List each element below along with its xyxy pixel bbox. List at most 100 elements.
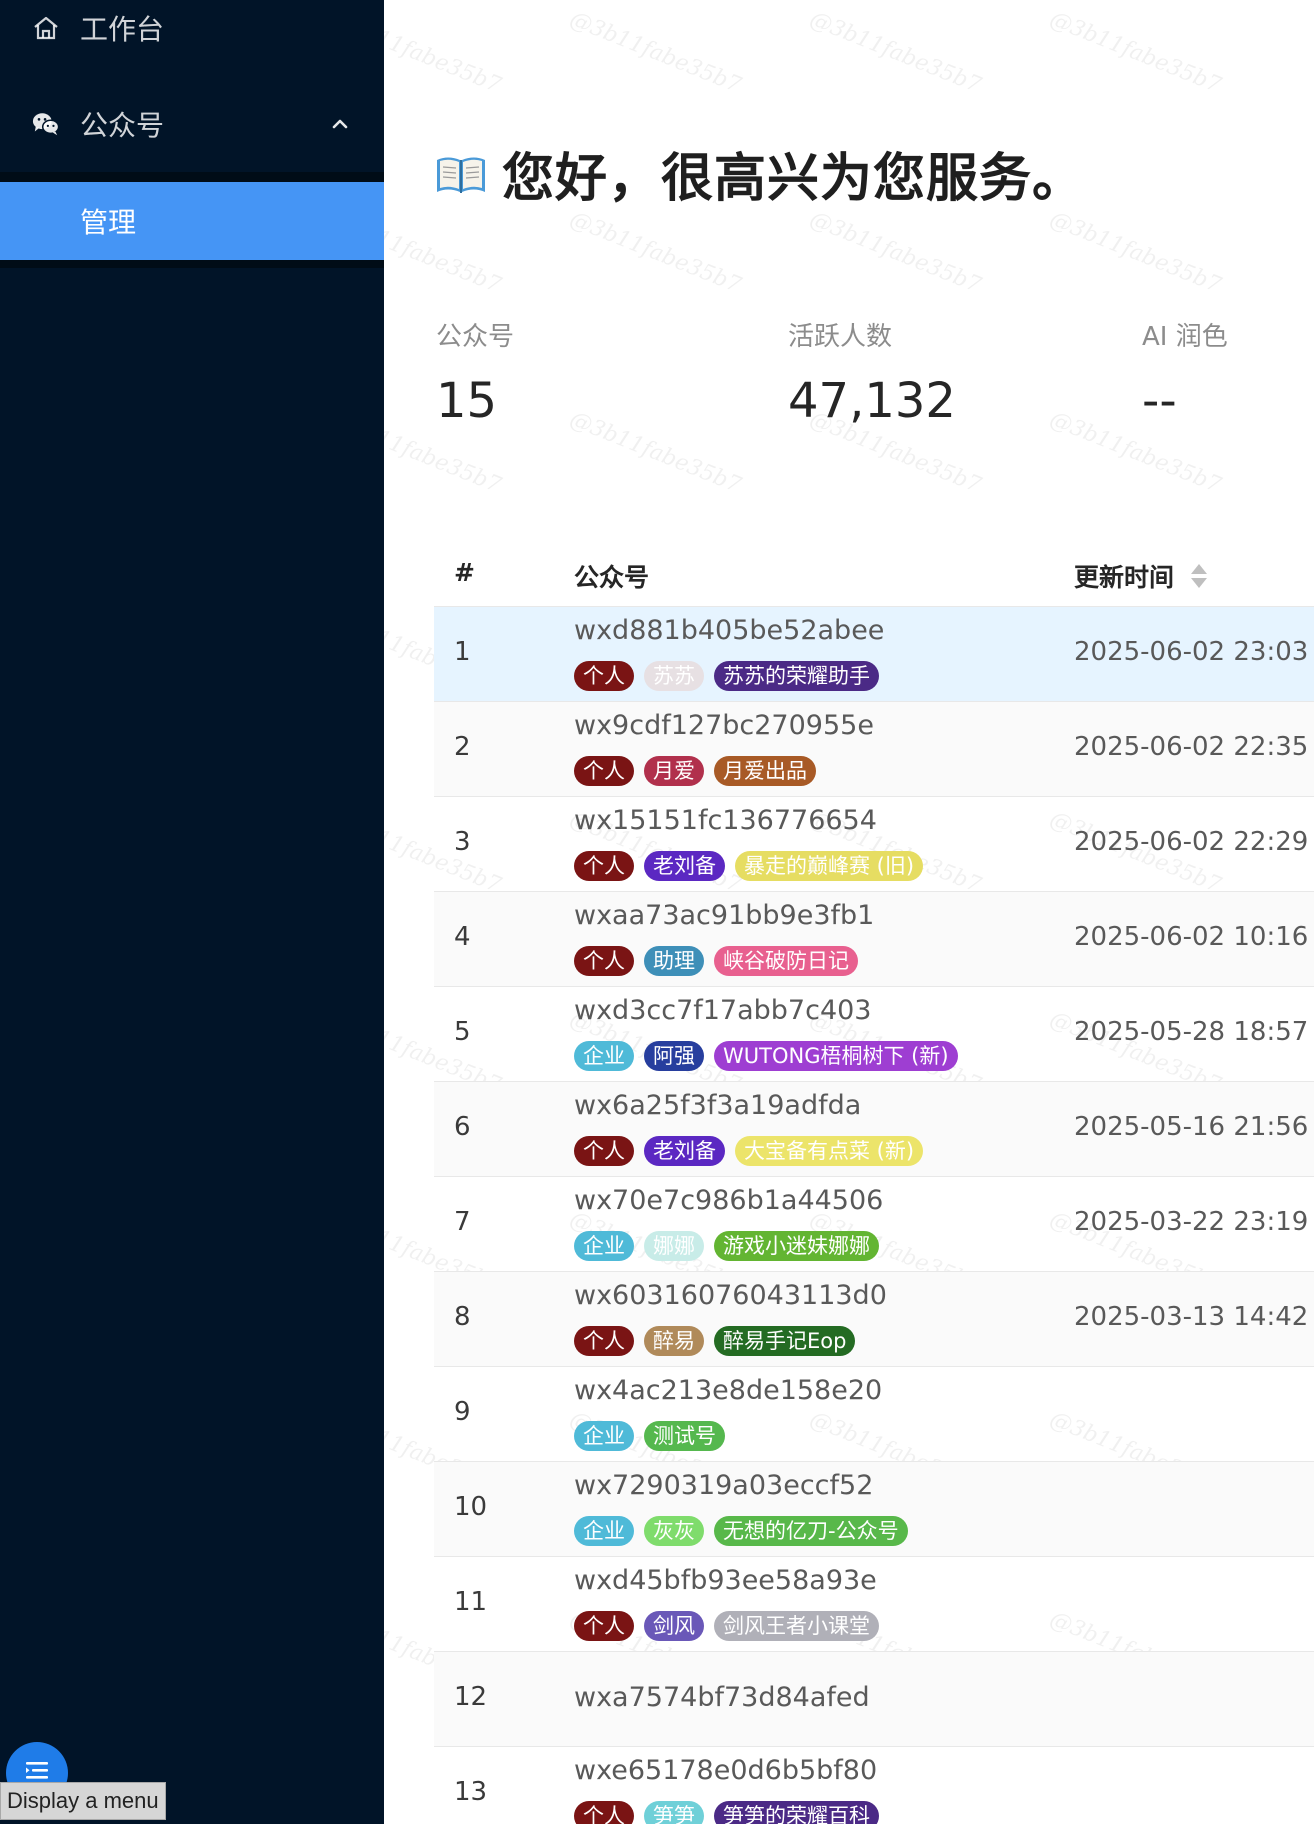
app-root: 工作台 公众号 管理 Display a menu @3b11fabe35b7 … [0, 0, 1314, 1824]
tag-list: 企业 灰灰 无想的亿刀-公众号 [574, 1516, 908, 1546]
chevron-up-icon [330, 114, 350, 134]
update-time: 2025-06-02 10:16 [1074, 922, 1309, 952]
row-index: 8 [454, 1302, 471, 1332]
table-row[interactable]: 10 wx7290319a03eccf52 企业 灰灰 无想的亿刀-公众号 [434, 1462, 1314, 1557]
row-index: 7 [454, 1207, 471, 1237]
stat-label: AI 润色 [1142, 322, 1228, 352]
table-row[interactable]: 6 wx6a25f3f3a19adfda 个人 老刘备 大宝备有点菜 (新) 2025-0… [434, 1082, 1314, 1177]
tag-list: 企业 阿强 WUTONG梧桐树下 (新) [574, 1041, 958, 1071]
account-tag: 暴走的巅峰赛 (旧) [735, 851, 924, 881]
column-header-label: 更新时间 [1074, 563, 1175, 592]
table-row[interactable]: 8 wx60316076043113d0 个人 醉易 醉易手记Eop 2025-03-13… [434, 1272, 1314, 1367]
account-tag: 个人 [574, 1801, 634, 1824]
account-tag: 企业 [574, 1516, 634, 1546]
table-row[interactable]: 4 wxaa73ac91bb9e3fb1 个人 助理 峡谷破防日记 2025-06-02 … [434, 892, 1314, 987]
account-tag: 峡谷破防日记 [714, 946, 858, 976]
sidebar-item-label: 工作台 [80, 13, 165, 46]
update-time: 2025-06-02 22:35 [1074, 732, 1309, 762]
tag-list: 个人 笋笋 笋笋的荣耀百科 [574, 1801, 879, 1824]
account-tag: 笋笋 [644, 1801, 704, 1824]
sidebar-item-official-accounts[interactable]: 公众号 [0, 90, 384, 158]
table-row[interactable]: 12 wxa7574bf73d84afed [434, 1652, 1314, 1747]
watermark-text: @3b11fabe35b7 [565, 206, 745, 299]
table-body: 1 wxd881b405be52abee 个人 苏苏 苏苏的荣耀助手 2025-06-02… [434, 607, 1314, 1824]
account-tag: 大宝备有点菜 (新) [735, 1136, 924, 1166]
account-tag: WUTONG梧桐树下 (新) [714, 1041, 958, 1071]
table-row[interactable]: 1 wxd881b405be52abee 个人 苏苏 苏苏的荣耀助手 2025-06-02… [434, 607, 1314, 702]
update-time: 2025-05-28 18:57 [1074, 1017, 1309, 1047]
account-tag: 个人 [574, 1611, 634, 1641]
account-tag: 个人 [574, 1326, 634, 1356]
tag-list: 个人 老刘备 暴走的巅峰赛 (旧) [574, 851, 924, 881]
account-id: wx60316076043113d0 [574, 1280, 887, 1311]
row-index: 9 [454, 1397, 471, 1427]
table-row[interactable]: 7 wx70e7c986b1a44506 企业 娜娜 游戏小迷妹娜娜 2025-03-22… [434, 1177, 1314, 1272]
account-id: wx9cdf127bc270955e [574, 710, 874, 741]
stat-official-accounts: 公众号 15 [436, 316, 514, 429]
table-row[interactable]: 9 wx4ac213e8de158e20 企业 测试号 [434, 1367, 1314, 1462]
account-id: wx15151fc136776654 [574, 805, 877, 836]
row-index: 6 [454, 1112, 471, 1142]
account-tag: 个人 [574, 661, 634, 691]
sidebar-item-label: 管理 [80, 206, 137, 239]
account-tag: 个人 [574, 946, 634, 976]
table-row[interactable]: 11 wxd45bfb93ee58a93e 个人 剑风 剑风王者小课堂 [434, 1557, 1314, 1652]
stat-label: 公众号 [436, 322, 515, 352]
home-icon [32, 14, 60, 42]
account-tag: 无想的亿刀-公众号 [714, 1516, 908, 1546]
table-row[interactable]: 5 wxd3cc7f17abb7c403 企业 阿强 WUTONG梧桐树下 (新) 202… [434, 987, 1314, 1082]
account-tag: 游戏小迷妹娜娜 [714, 1231, 879, 1261]
page-title: 您好，很高兴为您服务。 [502, 149, 1086, 209]
watermark-text: @3b11fabe35b7 [805, 6, 985, 99]
stat-value: 15 [436, 373, 498, 429]
stat-value: -- [1142, 373, 1177, 429]
stat-ai-polish: AI 润色 -- [1142, 316, 1228, 429]
wechat-icon [32, 110, 60, 138]
account-id: wxe65178e0d6b5bf80 [574, 1755, 878, 1786]
row-index: 13 [454, 1777, 488, 1807]
row-index: 11 [454, 1587, 488, 1617]
tag-list: 个人 老刘备 大宝备有点菜 (新) [574, 1136, 924, 1166]
account-tag: 苏苏的荣耀助手 [714, 661, 879, 691]
row-index: 4 [454, 922, 471, 952]
account-tag: 老刘备 [644, 1136, 725, 1166]
row-index: 5 [454, 1017, 471, 1047]
account-id: wx7290319a03eccf52 [574, 1470, 874, 1501]
watermark-text: @3b11fabe35b7 [565, 6, 745, 99]
account-id: wx70e7c986b1a44506 [574, 1185, 884, 1216]
column-header-update-time[interactable]: 更新时间 [1074, 558, 1210, 594]
open-book-icon [434, 152, 488, 196]
sort-icon[interactable] [1188, 561, 1210, 591]
account-tag: 阿强 [644, 1041, 704, 1071]
account-tag: 企业 [574, 1041, 634, 1071]
tag-list: 个人 醉易 醉易手记Eop [574, 1326, 856, 1356]
account-id: wxa7574bf73d84afed [574, 1682, 870, 1713]
account-id: wxd881b405be52abee [574, 615, 885, 646]
update-time: 2025-05-16 21:56 [1074, 1112, 1309, 1142]
tag-list: 个人 剑风 剑风王者小课堂 [574, 1611, 879, 1641]
account-tag: 醉易手记Eop [714, 1326, 856, 1356]
main-content: @3b11fabe35b7 @3b11fabe35b7 @3b11fabe35b7 @… [384, 0, 1314, 1824]
tag-list: 企业 测试号 [574, 1421, 725, 1451]
watermark-text: @3b11fabe35b7 [384, 206, 505, 299]
tag-list: 个人 助理 峡谷破防日记 [574, 946, 858, 976]
account-tag: 醉易 [644, 1326, 704, 1356]
table-row[interactable]: 13 wxe65178e0d6b5bf80 个人 笋笋 笋笋的荣耀百科 [434, 1747, 1314, 1824]
accounts-table: # 公众号 更新时间 1 wxd881b405be52abee 个人 苏苏 苏苏的荣耀助… [434, 540, 1314, 1824]
account-id: wxd45bfb93ee58a93e [574, 1565, 877, 1596]
watermark-text: @3b11fabe35b7 [1045, 6, 1225, 99]
account-tag: 月爱 [644, 756, 704, 786]
sidebar-item-manage[interactable]: 管理 [0, 182, 384, 260]
row-index: 1 [454, 637, 471, 667]
account-id: wxaa73ac91bb9e3fb1 [574, 900, 875, 931]
sidebar-item-workbench[interactable]: 工作台 [0, 0, 384, 62]
table-row[interactable]: 3 wx15151fc136776654 个人 老刘备 暴走的巅峰赛 (旧) 2025-0… [434, 797, 1314, 892]
account-tag: 企业 [574, 1421, 634, 1451]
account-tag: 笋笋的荣耀百科 [714, 1801, 879, 1824]
stat-value: 47,132 [788, 373, 956, 429]
update-time: 2025-03-13 14:42 [1074, 1302, 1309, 1332]
account-tag: 企业 [574, 1231, 634, 1261]
watermark-text: @3b11fabe35b7 [805, 206, 985, 299]
account-tag: 苏苏 [644, 661, 704, 691]
table-row[interactable]: 2 wx9cdf127bc270955e 个人 月爱 月爱出品 2025-06-02 22… [434, 702, 1314, 797]
